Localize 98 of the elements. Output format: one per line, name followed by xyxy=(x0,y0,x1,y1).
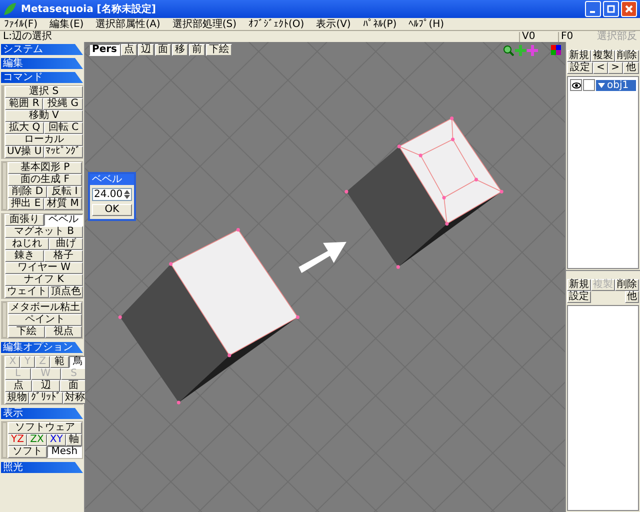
command-button[interactable]: 拡大 Q xyxy=(5,122,44,134)
dialog-title: ベベル xyxy=(90,174,134,185)
command-button[interactable]: Mesh xyxy=(46,446,82,458)
minimize-icon xyxy=(590,11,594,13)
panel-button[interactable]: 他 xyxy=(625,291,639,303)
command-button[interactable]: ソフトウェア xyxy=(8,422,82,434)
panel-button[interactable]: 削除 xyxy=(615,50,639,62)
command-button[interactable]: 軸 xyxy=(66,434,82,446)
section-header[interactable]: コマンド xyxy=(1,72,83,83)
panel-button[interactable]: 設定 xyxy=(567,291,591,303)
command-button[interactable]: 材質 M xyxy=(44,198,82,210)
view-mode-button[interactable]: 前 xyxy=(189,44,205,56)
command-button[interactable]: ﾏｯﾋﾟﾝｸﾞ xyxy=(44,146,83,158)
panel-button[interactable]: 他 xyxy=(622,62,640,74)
command-button[interactable]: 削除 D xyxy=(8,186,48,198)
menu-item[interactable]: 選択部属性(A) xyxy=(96,18,160,30)
visibility-toggle[interactable] xyxy=(570,79,582,91)
leaf-icon xyxy=(3,2,17,16)
view-mode-button[interactable]: 辺 xyxy=(138,44,154,56)
close-button[interactable] xyxy=(621,1,637,17)
command-button[interactable]: 規物 xyxy=(5,392,29,404)
caret-icon xyxy=(598,82,605,88)
close-icon xyxy=(624,4,634,14)
lock-toggle[interactable] xyxy=(583,79,595,91)
command-button[interactable]: 基本図形 P xyxy=(8,162,82,174)
panel-button[interactable]: 設定 xyxy=(567,62,594,74)
command-button[interactable]: ZX xyxy=(27,434,47,446)
panel-button[interactable]: > xyxy=(608,62,623,74)
command-button[interactable]: ウェイト xyxy=(5,286,49,298)
arrow-shape xyxy=(298,242,346,273)
section-header[interactable]: 編集オプション xyxy=(1,342,83,353)
window-title: Metasequoia [名称未設定] xyxy=(21,2,156,16)
view-mode-button[interactable]: 移 xyxy=(172,44,188,56)
command-button[interactable]: ｸﾞﾘｯﾄﾞ xyxy=(29,392,63,404)
view-mode-button[interactable]: 下絵 xyxy=(206,44,232,56)
section-header[interactable]: 編集 xyxy=(1,58,83,69)
view-mode-button[interactable]: 面 xyxy=(155,44,171,56)
command-button[interactable]: 移動 V xyxy=(5,110,83,122)
bevel-size-field[interactable]: 24.00 xyxy=(92,188,132,201)
view-mode-button[interactable]: Pers xyxy=(89,44,120,56)
command-button[interactable]: 反転 I xyxy=(47,186,82,198)
command-button[interactable]: 面の生成 F xyxy=(8,174,82,186)
panel-button[interactable]: 新規 xyxy=(567,279,591,291)
command-button[interactable]: 押出 E xyxy=(8,198,44,210)
spinner-icon[interactable] xyxy=(124,190,130,199)
panel-button[interactable]: 新規 xyxy=(567,50,591,62)
command-button[interactable]: メタボール粘土 xyxy=(8,302,82,314)
zoom-icon[interactable] xyxy=(503,44,514,56)
status-message: L:辺の選択 xyxy=(3,32,53,42)
command-button[interactable]: マグネット B xyxy=(5,226,83,238)
section-header[interactable]: 表示 xyxy=(1,408,83,419)
command-button[interactable]: 格子 xyxy=(44,250,83,262)
command-button[interactable]: 辺 xyxy=(32,380,60,392)
menu-item[interactable]: ｵﾌﾞｼﾞｪｸﾄ(O) xyxy=(248,18,304,30)
command-button[interactable]: UV操 U xyxy=(5,146,44,158)
command-button[interactable]: ベベル xyxy=(44,214,83,226)
command-button[interactable]: ローカル xyxy=(5,134,83,146)
menu-item[interactable]: ﾌｧｲﾙ(F) xyxy=(4,18,38,30)
menu-item[interactable]: 編集(E) xyxy=(50,18,84,30)
command-button[interactable]: ねじれ xyxy=(5,238,49,250)
minimize-button[interactable] xyxy=(585,1,601,17)
eye-icon xyxy=(572,80,580,90)
menu-item[interactable]: 表示(V) xyxy=(316,18,351,30)
menu-item[interactable]: ﾊﾟﾈﾙ(P) xyxy=(362,18,397,30)
panel-button[interactable]: < xyxy=(593,62,608,74)
menu-item[interactable]: ﾍﾙﾌﾟ(H) xyxy=(408,18,444,30)
command-button[interactable]: ワイヤー W xyxy=(5,262,83,274)
section-header[interactable]: システム xyxy=(1,44,83,55)
command-button[interactable]: ナイフ K xyxy=(5,274,83,286)
menu-item[interactable]: 選択部処理(S) xyxy=(172,18,236,30)
command-button[interactable]: 錬き xyxy=(5,250,44,262)
command-button[interactable]: 範 xyxy=(50,356,69,368)
maximize-icon xyxy=(606,4,616,14)
object-item[interactable]: obj1 xyxy=(596,80,636,90)
panel-button[interactable]: 削除 xyxy=(615,279,639,291)
ok-button[interactable]: OK xyxy=(92,204,132,216)
command-button[interactable]: 曲げ xyxy=(49,238,83,250)
section-header[interactable]: 照光 xyxy=(1,462,83,473)
command-button[interactable]: 頂点色 xyxy=(49,286,83,298)
panel-button[interactable]: 複製 xyxy=(591,50,615,62)
command-button[interactable]: 視点 xyxy=(45,326,82,338)
command-button[interactable]: 面 xyxy=(60,380,87,392)
command-button[interactable]: YZ xyxy=(8,434,28,446)
command-button[interactable]: 点 xyxy=(5,380,32,392)
command-button[interactable]: ペイント xyxy=(8,314,82,326)
command-button[interactable]: 回転 C xyxy=(44,122,83,134)
command-button[interactable]: 投縄 G xyxy=(43,98,83,110)
move-icon[interactable] xyxy=(515,44,526,56)
command-button[interactable]: 下絵 xyxy=(8,326,45,338)
maximize-button[interactable] xyxy=(603,1,619,17)
command-button[interactable]: XY xyxy=(46,434,66,446)
color-palette-icon[interactable] xyxy=(551,45,561,55)
view-mode-button[interactable]: 点 xyxy=(121,44,137,56)
command-button[interactable]: 面張り xyxy=(5,214,44,226)
command-button[interactable]: ソフト xyxy=(8,446,47,458)
command-button[interactable]: 対称 xyxy=(63,392,87,404)
command-button[interactable]: 範囲 R xyxy=(5,98,44,110)
command-button[interactable]: 選択 S xyxy=(5,86,83,98)
